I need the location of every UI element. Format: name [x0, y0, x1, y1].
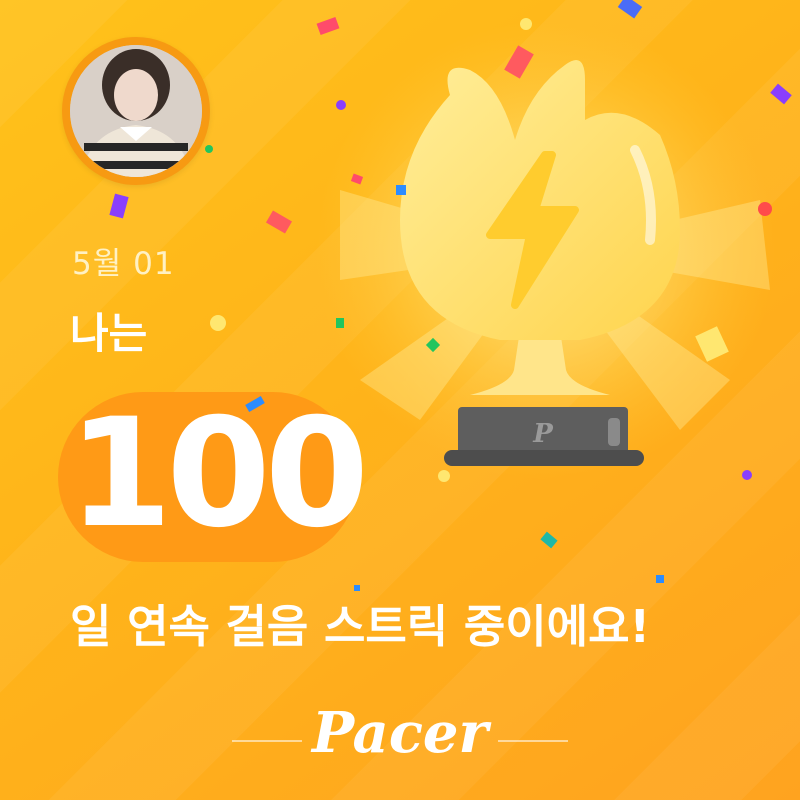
confetti — [205, 145, 213, 153]
confetti — [742, 470, 752, 480]
confetti — [354, 585, 360, 591]
confetti — [210, 315, 226, 331]
streak-share-card: P 5월 01 나는 100 일 연속 걸음 스트릭 중이에요! Pacer — [0, 0, 800, 800]
confetti — [656, 575, 664, 583]
avatar — [70, 45, 202, 177]
brand-divider-left — [232, 740, 302, 742]
trophy-logo-letter: P — [532, 419, 554, 449]
confetti — [336, 318, 344, 328]
avatar-ring — [62, 37, 210, 185]
streak-date: 5월 01 — [72, 246, 175, 282]
intro-text: 나는 — [70, 309, 148, 358]
trophy-icon: P — [400, 60, 680, 466]
confetti — [438, 470, 450, 482]
confetti — [396, 185, 406, 195]
streak-count: 100 — [68, 387, 369, 561]
confetti — [520, 18, 532, 30]
streak-message: 일 연속 걸음 스트릭 중이에요! — [70, 600, 650, 653]
pacer-logo: Pacer — [311, 700, 489, 766]
brand-divider-right — [498, 740, 568, 742]
confetti — [336, 100, 346, 110]
avatar-photo — [70, 45, 202, 177]
confetti — [758, 202, 772, 216]
